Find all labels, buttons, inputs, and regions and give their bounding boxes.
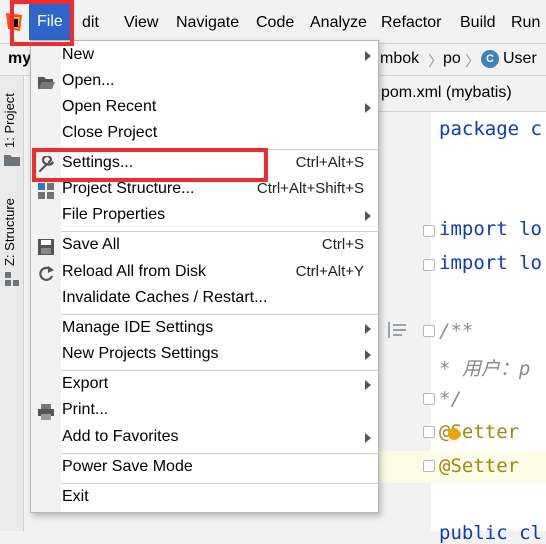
fold-marker-icon[interactable] — [423, 225, 435, 237]
menu-item-open[interactable]: Open... — [31, 69, 378, 95]
folder-open-icon — [38, 77, 55, 89]
menu-item-exit[interactable]: Exit — [31, 485, 378, 511]
menu-separator — [61, 314, 378, 315]
menu-separator — [61, 370, 378, 371]
submenu-arrow-icon — [365, 350, 371, 360]
breadcrumb-separator: 〉 — [428, 53, 444, 70]
refactor-menu[interactable]: Refactor — [381, 12, 441, 34]
menu-bar: File dit View Navigate Code Analyze Refa… — [0, 0, 546, 44]
submenu-arrow-icon — [365, 103, 371, 113]
file-menu[interactable]: File — [29, 4, 72, 40]
menu-item-export[interactable]: Export — [31, 372, 378, 398]
breadcrumb-lombok[interactable]: mbok — [380, 50, 419, 68]
menu-separator — [61, 453, 378, 454]
menu-item-save-all[interactable]: Save All Ctrl+S — [31, 233, 378, 259]
editor-tab-bar: pom.xml (mybatis) — [379, 76, 546, 112]
submenu-arrow-icon — [365, 433, 371, 443]
code-line: * 用户：p — [439, 358, 531, 380]
folder-icon — [4, 155, 20, 166]
intention-bulb-icon[interactable] — [448, 428, 460, 440]
menu-item-settings[interactable]: Settings... Ctrl+Alt+S — [31, 151, 378, 177]
menu-separator — [61, 231, 378, 232]
menu-item-power-save-mode[interactable]: Power Save Mode — [31, 455, 378, 481]
wrench-icon — [38, 156, 55, 173]
view-menu[interactable]: View — [124, 12, 158, 34]
class-icon: C — [481, 50, 499, 68]
menu-item-invalidate-caches[interactable]: Invalidate Caches / Restart... — [31, 286, 378, 312]
breadcrumb-po[interactable]: po — [443, 50, 461, 68]
code-line: */ — [439, 388, 462, 410]
code-line: public cl — [439, 522, 542, 544]
fold-marker-icon[interactable] — [423, 259, 435, 271]
code-line: import lo — [439, 252, 542, 274]
menu-item-close-project[interactable]: Close Project — [31, 121, 378, 147]
menu-item-add-to-favorites[interactable]: Add to Favorites — [31, 425, 378, 451]
menu-item-new[interactable]: New — [31, 43, 378, 69]
menu-item-new-projects-settings[interactable]: New Projects Settings — [31, 342, 378, 368]
menu-separator — [61, 483, 378, 484]
breadcrumb-separator: 〉 — [465, 53, 481, 70]
fold-marker-icon[interactable] — [423, 426, 435, 438]
menu-item-project-structure[interactable]: Project Structure... Ctrl+Alt+Shift+S — [31, 177, 378, 203]
menu-item-print[interactable]: Print... — [31, 398, 378, 424]
analyze-menu[interactable]: Analyze — [310, 12, 367, 34]
code-menu[interactable]: Code — [256, 12, 294, 34]
reload-icon — [39, 266, 54, 281]
navigate-menu[interactable]: Navigate — [176, 12, 239, 34]
fold-marker-icon[interactable] — [423, 460, 435, 472]
code-line: package c — [439, 118, 542, 140]
fold-marker-icon[interactable] — [423, 325, 435, 337]
code-line: @Setter — [439, 455, 520, 477]
intellij-logo-icon — [6, 13, 22, 31]
code-line: /** — [439, 320, 474, 342]
project-tool-window-tab[interactable]: 1: Project — [2, 93, 17, 148]
printer-icon — [38, 404, 54, 420]
code-line: import lo — [439, 218, 542, 240]
project-structure-icon — [38, 183, 54, 199]
structure-tool-window-tab[interactable]: Z: Structure — [2, 198, 17, 266]
fold-marker-icon[interactable] — [423, 393, 435, 405]
left-tool-strip: 1: Project Z: Structure — [0, 76, 24, 531]
submenu-arrow-icon — [365, 51, 371, 61]
file-dropdown-menu: New Open... Open Recent Close Project Se… — [30, 40, 379, 513]
menu-item-open-recent[interactable]: Open Recent — [31, 95, 378, 121]
submenu-arrow-icon — [365, 324, 371, 334]
project-name-fragment[interactable]: my — [8, 50, 31, 68]
run-menu[interactable]: Run — [511, 12, 540, 34]
edit-menu[interactable]: dit — [82, 12, 99, 34]
save-icon — [38, 239, 54, 255]
doc-render-icon[interactable] — [388, 322, 406, 338]
menu-item-reload-all[interactable]: Reload All from Disk Ctrl+Alt+Y — [31, 260, 378, 286]
menu-item-file-properties[interactable]: File Properties — [31, 203, 378, 229]
menu-separator — [61, 149, 378, 150]
build-menu[interactable]: Build — [460, 12, 496, 34]
submenu-arrow-icon — [365, 380, 371, 390]
submenu-arrow-icon — [365, 211, 371, 221]
structure-icon — [5, 272, 19, 286]
breadcrumb-user[interactable]: User — [503, 50, 537, 68]
editor-tab-pom[interactable]: pom.xml (mybatis) — [379, 84, 512, 102]
menu-item-manage-ide-settings[interactable]: Manage IDE Settings — [31, 316, 378, 342]
